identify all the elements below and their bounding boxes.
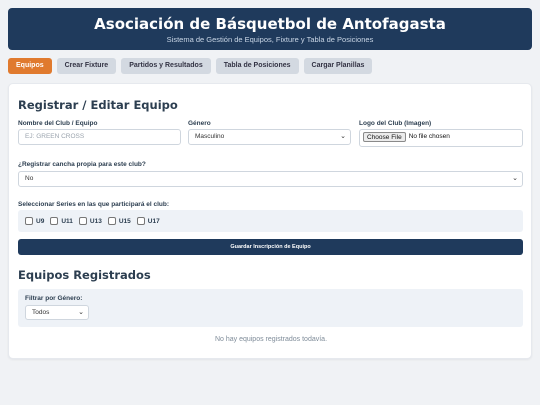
tab-tabla-posiciones[interactable]: Tabla de Posiciones bbox=[215, 58, 299, 74]
cancha-value: No bbox=[25, 175, 34, 182]
club-name-label: Nombre del Club / Equipo bbox=[18, 120, 98, 127]
tab-bar: Equipos Crear Fixture Partidos y Resulta… bbox=[8, 58, 373, 74]
choose-file-button[interactable]: Choose File bbox=[363, 132, 406, 142]
main-card: Registrar / Editar Equipo Nombre del Clu… bbox=[8, 83, 532, 359]
registered-teams-title: Equipos Registrados bbox=[18, 268, 151, 282]
checkbox-u9[interactable] bbox=[25, 217, 33, 225]
checkbox-u11[interactable] bbox=[50, 217, 59, 225]
form-title: Registrar / Editar Equipo bbox=[18, 98, 178, 112]
tab-crear-fixture[interactable]: Crear Fixture bbox=[56, 58, 117, 74]
chevron-down-icon: ⌄ bbox=[340, 133, 346, 140]
series-u17-label: U17 bbox=[147, 217, 160, 225]
series-u9-label: U9 bbox=[36, 217, 45, 225]
filter-genero-label: Filtrar por Género: bbox=[25, 295, 83, 302]
filter-panel: Filtrar por Género: Todos ⌄ bbox=[18, 289, 523, 327]
cancha-label: ¿Registrar cancha propia para este club? bbox=[18, 161, 146, 168]
filter-genero-value: Todos bbox=[32, 309, 50, 316]
logo-file-input[interactable]: Choose File No file chosen bbox=[359, 129, 523, 147]
app-subtitle: Sistema de Gestión de Equipos, Fixture y… bbox=[166, 35, 374, 44]
checkbox-u17[interactable] bbox=[136, 217, 145, 225]
app-title: Asociación de Básquetbol de Antofagasta bbox=[94, 15, 446, 33]
save-team-button[interactable]: Guardar Inscripción de Equipo bbox=[18, 239, 523, 255]
tab-equipos[interactable]: Equipos bbox=[8, 58, 52, 74]
tab-partidos-resultados[interactable]: Partidos y Resultados bbox=[121, 58, 211, 74]
series-checkbox-group: U9 U11 U13 U15 U17 bbox=[18, 210, 523, 232]
series-label: Seleccionar Series en las que participar… bbox=[18, 201, 170, 208]
chevron-down-icon: ⌄ bbox=[78, 309, 84, 316]
series-u15-label: U15 bbox=[118, 217, 131, 225]
genero-label: Género bbox=[188, 120, 211, 127]
genero-select[interactable]: Masculino ⌄ bbox=[188, 129, 351, 145]
filter-genero-select[interactable]: Todos ⌄ bbox=[25, 305, 89, 320]
club-name-input[interactable]: EJ: GREEN CROSS bbox=[18, 129, 181, 145]
cancha-select[interactable]: No ⌄ bbox=[18, 171, 523, 187]
genero-value: Masculino bbox=[195, 133, 225, 140]
file-status: No file chosen bbox=[408, 133, 450, 140]
series-u11-label: U11 bbox=[61, 217, 73, 225]
tab-cargar-planillas[interactable]: Cargar Planillas bbox=[303, 58, 373, 74]
series-option-u13[interactable]: U13 bbox=[78, 217, 102, 225]
checkbox-u13[interactable] bbox=[78, 217, 87, 225]
empty-teams-message: No hay equipos registrados todavía. bbox=[214, 336, 328, 343]
checkbox-u15[interactable] bbox=[107, 217, 116, 225]
series-option-u15[interactable]: U15 bbox=[107, 217, 131, 225]
series-u13-label: U13 bbox=[89, 217, 102, 225]
series-option-u17[interactable]: U17 bbox=[136, 217, 160, 225]
series-option-u11[interactable]: U11 bbox=[50, 217, 73, 225]
chevron-down-icon: ⌄ bbox=[512, 175, 518, 182]
app-header: Asociación de Básquetbol de Antofagasta … bbox=[8, 8, 532, 50]
logo-label: Logo del Club (Imagen) bbox=[359, 120, 432, 127]
series-option-u9[interactable]: U9 bbox=[25, 217, 44, 225]
